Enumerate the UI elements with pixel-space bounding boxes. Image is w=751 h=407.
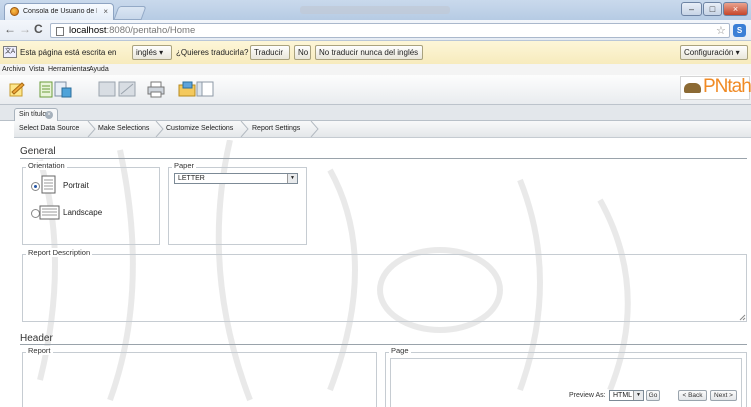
url-path: :8080/pentaho/Home bbox=[106, 25, 196, 36]
translate-question-text: ¿Quieres traducirla? bbox=[176, 48, 249, 57]
portrait-label: Portrait bbox=[63, 181, 89, 190]
document-tab[interactable]: Sin título × bbox=[14, 108, 58, 121]
menu-herramientas[interactable]: Herramientas bbox=[48, 64, 90, 75]
browser-tab-title: Consola de Usuario de Pen bbox=[23, 8, 97, 15]
translate-config-label: Configuración bbox=[684, 48, 734, 57]
bookmark-star-icon[interactable]: ☆ bbox=[716, 24, 726, 37]
logo-mascot-icon bbox=[684, 83, 701, 93]
blurred-window-title bbox=[300, 6, 450, 14]
page-header-label: Page bbox=[389, 346, 411, 355]
url-host: localhost bbox=[69, 25, 107, 36]
forward-arrow-icon[interactable]: → bbox=[19, 22, 31, 36]
no-translate-button[interactable]: No bbox=[294, 45, 311, 60]
step-separator-icon bbox=[310, 121, 319, 137]
settings-menu-icon[interactable]: S bbox=[733, 24, 746, 37]
save-icon[interactable] bbox=[98, 80, 116, 98]
step-separator-icon bbox=[240, 121, 249, 137]
browser-tab[interactable]: Consola de Usuario de Pen × bbox=[4, 3, 114, 20]
header-divider bbox=[20, 344, 747, 345]
translate-icon: 文A bbox=[3, 46, 17, 58]
export-report-icon[interactable] bbox=[54, 80, 72, 98]
page-icon bbox=[56, 27, 64, 36]
language-select[interactable]: inglés ▾ bbox=[132, 45, 172, 60]
toggle-panel-icon[interactable] bbox=[196, 80, 214, 98]
go-button[interactable]: Go bbox=[646, 390, 660, 401]
step-report-settings[interactable]: Report Settings bbox=[252, 121, 300, 137]
chevron-down-icon: ▼ bbox=[287, 174, 297, 183]
next-button[interactable]: Next > bbox=[710, 390, 737, 401]
back-button[interactable]: < Back bbox=[678, 390, 707, 401]
paper-select[interactable]: LETTER ▼ bbox=[174, 173, 298, 184]
maximize-button[interactable]: □ bbox=[703, 2, 722, 16]
preview-as-label: Preview As: bbox=[569, 392, 606, 399]
pentaho-logo: PNtaho bbox=[680, 76, 751, 100]
general-section-title: General bbox=[20, 146, 56, 157]
pentaho-favicon-icon bbox=[10, 7, 19, 16]
header-section-title: Header bbox=[20, 333, 53, 344]
never-translate-button[interactable]: No traducir nunca del inglés bbox=[315, 45, 423, 60]
report-header-group bbox=[22, 352, 377, 407]
back-arrow-icon[interactable]: ← bbox=[4, 22, 16, 36]
preview-format-select[interactable]: HTML ▼ bbox=[609, 390, 644, 401]
print-icon[interactable] bbox=[147, 80, 165, 98]
document-tab-label: Sin título bbox=[19, 111, 47, 118]
language-select-value: inglés bbox=[136, 48, 157, 57]
url-input[interactable]: localhost:8080/pentaho/Home bbox=[50, 23, 730, 38]
step-make-selections[interactable]: Make Selections bbox=[98, 121, 149, 137]
new-tab-button[interactable] bbox=[113, 6, 147, 20]
close-window-button[interactable]: × bbox=[723, 2, 748, 16]
preview-format-value: HTML bbox=[613, 392, 633, 399]
general-divider bbox=[20, 158, 747, 159]
new-report-icon[interactable] bbox=[8, 80, 26, 98]
report-header-label: Report bbox=[26, 346, 53, 355]
report-description-textarea[interactable] bbox=[22, 254, 747, 322]
reload-icon[interactable]: C bbox=[34, 22, 43, 36]
translate-button[interactable]: Traducir bbox=[250, 45, 290, 60]
resize-grip-icon[interactable] bbox=[739, 314, 746, 321]
chevron-down-icon: ▼ bbox=[633, 391, 643, 400]
landscape-page-icon bbox=[39, 205, 60, 220]
minimize-button[interactable]: – bbox=[681, 2, 702, 16]
menu-archivo[interactable]: Archivo bbox=[2, 64, 25, 75]
paper-label: Paper bbox=[172, 161, 197, 170]
logo-text: PNtaho bbox=[703, 76, 751, 97]
folder-icon[interactable] bbox=[178, 80, 196, 98]
app-menubar bbox=[0, 64, 751, 75]
step-select-data-source[interactable]: Select Data Source bbox=[19, 121, 79, 137]
tab-close-icon[interactable]: × bbox=[103, 7, 108, 16]
report-description-label: Report Description bbox=[26, 248, 93, 257]
menu-vista[interactable]: Vista bbox=[29, 64, 44, 75]
document-tab-strip bbox=[0, 105, 751, 121]
translate-config-button[interactable]: Configuración ▾ bbox=[680, 45, 748, 60]
translate-prefix-text: Esta página está escrita en bbox=[20, 48, 117, 57]
step-customize-selections[interactable]: Customize Selections bbox=[166, 121, 233, 137]
portrait-radio[interactable] bbox=[31, 182, 40, 191]
step-separator-icon bbox=[87, 121, 96, 137]
document-tab-close-icon[interactable]: × bbox=[45, 111, 53, 119]
portrait-page-icon bbox=[41, 175, 56, 194]
save-as-icon[interactable] bbox=[118, 80, 136, 98]
landscape-label: Landscape bbox=[63, 208, 103, 217]
step-separator-icon bbox=[155, 121, 164, 137]
orientation-label: Orientation bbox=[26, 161, 67, 170]
menu-ayuda[interactable]: Ayuda bbox=[89, 64, 109, 75]
paper-select-value: LETTER bbox=[178, 175, 205, 182]
